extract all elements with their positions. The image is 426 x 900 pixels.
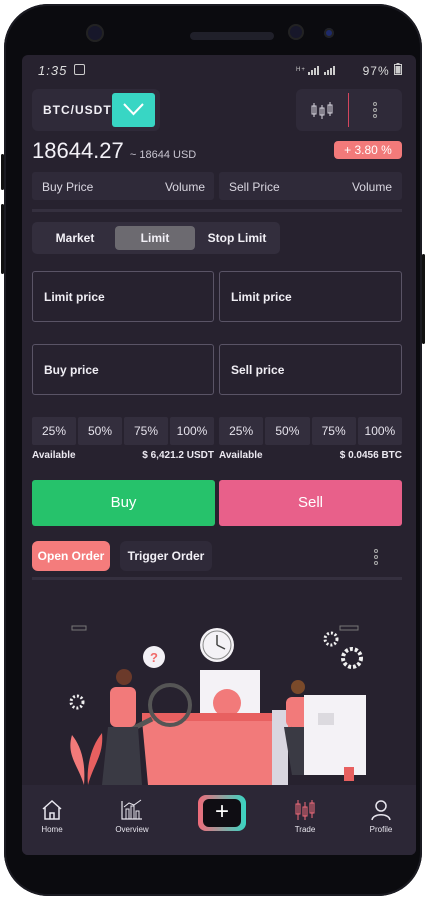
signal-icon: H+ [296,66,336,75]
limit-price-buy-input[interactable] [33,272,213,321]
divider [32,209,402,212]
phone-side-button [1,154,4,190]
sell-price-header: Sell Price [229,180,280,194]
divider [348,93,349,127]
battery-percent: 97% [362,64,390,78]
order-options-icon[interactable] [374,549,378,567]
sell-price-field [219,344,402,395]
battery-status: H+ 97% [296,63,402,78]
buy-price-input[interactable] [33,345,213,394]
sell-header: Sell Price Volume [219,172,402,200]
buy-button[interactable]: Buy [32,480,215,526]
buy-percent-25[interactable]: 25% [32,417,76,445]
divider [32,577,402,580]
sell-price-input[interactable] [220,345,401,394]
top-actions [296,89,402,131]
pair-label: BTC/USDT [43,103,112,117]
sell-percent-75[interactable]: 75% [311,417,356,445]
price-value: 18644.27 [32,138,124,163]
empty-orders-illustration: ? [69,625,366,785]
plus-icon: + [203,799,241,827]
tab-trigger-order[interactable]: Trigger Order [120,541,212,571]
nav-label-trade: Trade [294,825,316,834]
nav-item-home[interactable]: Home [22,799,82,834]
phone-power-button [422,254,425,344]
current-price: 18644.27 ~ 18644 USD [32,138,196,164]
chevron-down-icon [123,103,144,116]
price-change-badge: + 3.80 % [334,141,402,159]
limit-price-buy-field [32,271,214,322]
status-time: 1:35 [38,63,68,78]
price-usd: ~ 18644 USD [129,149,197,161]
sell-button[interactable]: Sell [219,480,402,526]
sell-percent-25[interactable]: 25% [219,417,264,445]
bottom-nav: Home Overview + Trade Profile [22,785,416,855]
person-right-icon [284,680,366,781]
buy-percent-50[interactable]: 50% [78,417,122,445]
candles-icon [295,800,315,820]
buy-header: Buy Price Volume [32,172,214,200]
available-value-sell: $ 0.0456 BTC [339,450,402,461]
limit-price-sell-input[interactable] [220,272,401,321]
phone-volume-button [1,204,4,274]
nav-label-overview: Overview [115,825,149,834]
front-sensor [86,24,104,42]
status-bar: 1:35 H+ 97% [22,55,416,85]
proximity-sensor [324,28,334,38]
user-icon [371,800,391,821]
chart-toggle-button[interactable] [308,99,336,121]
plant-icon [70,733,103,785]
buy-percent-75[interactable]: 75% [124,417,168,445]
sell-percent-100[interactable]: 100% [357,417,402,445]
available-value-buy: $ 6,421.2 USDT [142,450,214,461]
tab-market[interactable]: Market [36,226,114,250]
buy-percent-100[interactable]: 100% [170,417,214,445]
nav-label-home: Home [41,825,63,834]
limit-price-sell-field [219,271,402,322]
person-left-icon [102,669,142,785]
notification-icon [74,64,85,75]
available-label-sell: Available [219,450,263,461]
tab-stop-limit[interactable]: Stop Limit [198,226,276,250]
speaker-grille [190,32,274,40]
svg-text:?: ? [150,650,158,665]
chart-icon [121,799,142,820]
home-icon [42,799,62,820]
volume-header-left: Volume [164,180,205,194]
tab-limit[interactable]: Limit [115,226,195,250]
svg-text:H+: H+ [296,67,306,73]
app-screen: 1:35 H+ 97% BTC/USDT 18644.27 ~ 18644 US… [22,55,416,855]
order-type-tabs: Market Limit Stop Limit [32,222,280,254]
nav-item-profile[interactable]: Profile [351,799,411,834]
more-options-icon[interactable] [373,102,377,120]
sell-percent-50[interactable]: 50% [265,417,310,445]
tab-open-order[interactable]: Open Order [32,541,110,571]
nav-item-overview[interactable]: Overview [102,799,162,834]
pair-dropdown-button[interactable] [112,93,155,127]
nav-label-profile: Profile [369,825,393,834]
clock-icon [200,628,234,662]
buy-price-header: Buy Price [42,180,94,194]
question-icon: ? [143,646,165,668]
pair-selector[interactable]: BTC/USDT [32,89,160,131]
volume-header-right: Volume [351,180,392,194]
available-label-buy: Available [32,450,76,461]
candles-icon [311,102,333,119]
buy-price-field [32,344,214,395]
buy-percent-row: 25% 50% 75% 100% [32,417,214,445]
phone-frame: 1:35 H+ 97% BTC/USDT 18644.27 ~ 18644 US… [1,4,425,896]
sell-percent-row: 25% 50% 75% 100% [219,417,402,445]
front-camera [288,24,304,40]
magnifier-icon [130,683,192,732]
battery-icon [394,63,402,75]
nav-item-trade[interactable]: Trade [275,799,335,834]
add-button[interactable]: + [198,795,246,831]
